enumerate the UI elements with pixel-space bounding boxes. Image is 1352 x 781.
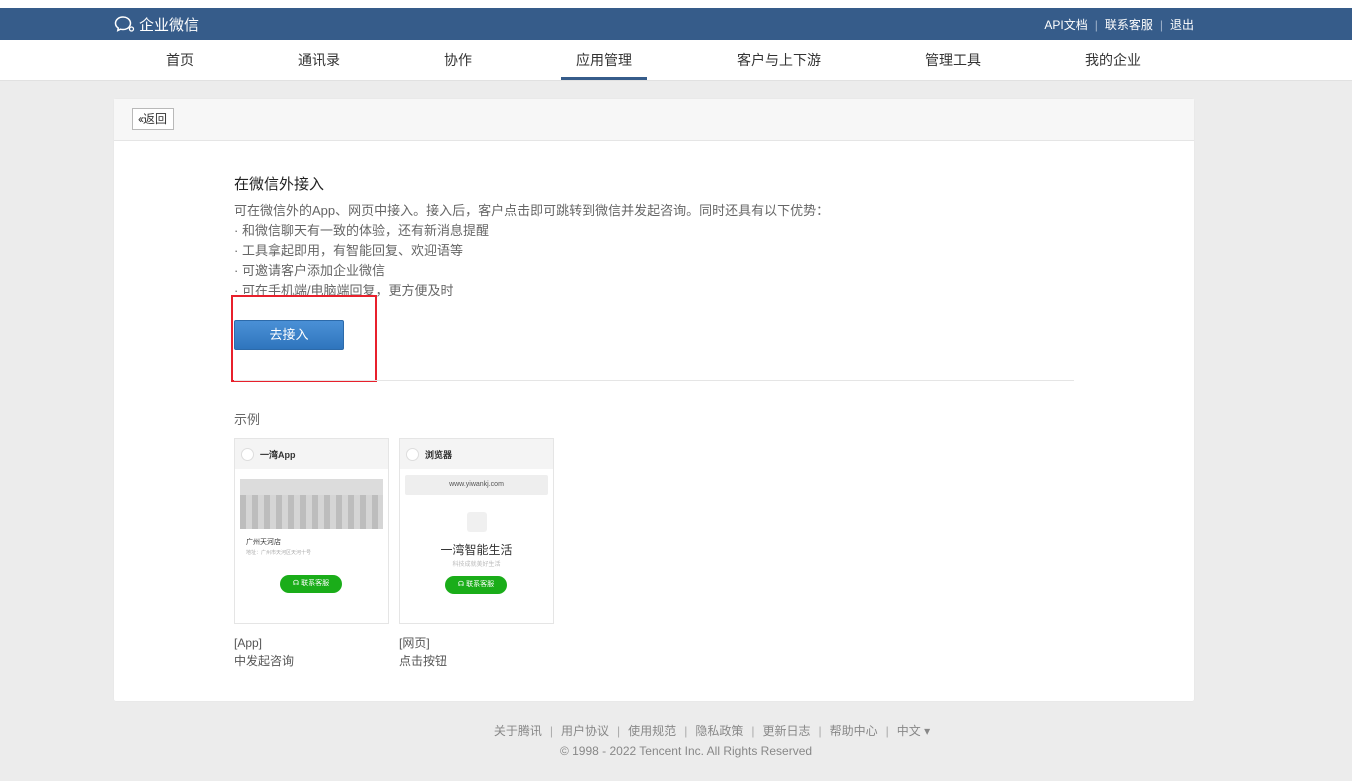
sample-button-label: 联系客服	[466, 581, 495, 588]
language-select[interactable]: 中文 ▾	[897, 722, 930, 739]
section-title: 在微信外接入	[234, 176, 325, 193]
card-header: ‹‹ 返回	[114, 99, 1194, 141]
back-button-label: 返回	[143, 112, 168, 126]
tab-my-company[interactable]: 我的企业	[1070, 40, 1156, 80]
benefit-item: · 工具拿起即用，有智能回复、欢迎语等	[234, 243, 463, 258]
sample-button-label: 联系客服	[301, 580, 330, 587]
footer-link-changelog[interactable]: 更新日志	[762, 722, 810, 739]
top-links: API文档 | 联系客服 | 退出	[1044, 16, 1194, 33]
separator: |	[818, 723, 822, 738]
footer-link-usage-rules[interactable]: 使用规范	[628, 722, 676, 739]
store-photo	[240, 479, 383, 531]
connect-button[interactable]: 去接入	[234, 320, 344, 350]
separator: |	[1094, 17, 1098, 32]
copyright: © 1998 - 2022 Tencent Inc. All Rights Re…	[559, 744, 813, 758]
app-icon	[241, 447, 254, 461]
benefit-item: · 可邀请客户添加企业微信	[234, 263, 385, 278]
preview-browser-title: 浏览器	[425, 449, 453, 460]
caption-line: 中发起咨询	[234, 654, 295, 668]
intro-section: 在微信外接入 可在微信外的App、网页中接入。接入后，客户点击即可跳转到微信并发…	[234, 174, 1074, 301]
support-link[interactable]: 联系客服	[1105, 16, 1153, 33]
back-button[interactable]: ‹‹ 返回	[132, 108, 175, 130]
main-nav: 首页 通讯录 协作 应用管理 客户与上下游 管理工具 我的企业	[0, 40, 1352, 81]
footer-link-agreement[interactable]: 用户协议	[561, 722, 609, 739]
preview-title-bar: 浏览器	[400, 439, 553, 469]
api-docs-link[interactable]: API文档	[1044, 16, 1087, 33]
tab-contacts[interactable]: 通讯录	[283, 40, 355, 80]
content-card: ‹‹ 返回 在微信外接入 可在微信外的App、网页中接入。接入后，客户点击即可跳…	[114, 99, 1194, 701]
separator: |	[617, 723, 621, 738]
tab-app-management[interactable]: 应用管理	[561, 40, 647, 80]
double-chevron-left-icon: ‹‹	[138, 112, 144, 126]
separator: |	[1159, 17, 1163, 32]
caption-line: [网页]	[399, 636, 430, 650]
preview-panel: 广州天河店 地址：广州市天河区天河十号 ☊ 联系客服	[235, 469, 388, 623]
tab-collaboration[interactable]: 协作	[429, 40, 487, 80]
app-logo-text: 企业微信	[139, 16, 200, 34]
separator: |	[751, 723, 755, 738]
contact-support-sample-button: ☊ 联系客服	[445, 576, 507, 594]
benefit-item: · 可在手机端/电脑端回复，更方便及时	[234, 283, 454, 298]
example-app-caption: [App] 中发起咨询	[234, 634, 294, 670]
url-bar: www.yiwankj.com	[405, 475, 548, 495]
example-web-preview: 浏览器 www.yiwankj.com 一湾智能生活 科技成就美好生活 ☊ 联系…	[399, 438, 554, 624]
caption-line: [App]	[234, 636, 263, 650]
preview-panel: www.yiwankj.com 一湾智能生活 科技成就美好生活 ☊ 联系客服	[400, 469, 553, 623]
browser-icon	[406, 447, 419, 461]
app-logo[interactable]: 企业微信	[114, 14, 199, 34]
store-address: 地址：广州市天河区天河十号	[246, 550, 312, 556]
section-description: 可在微信外的App、网页中接入。接入后，客户点击即可跳转到微信并发起咨询。同时还…	[234, 203, 830, 218]
footer-links: 关于腾讯 | 用户协议 | 使用规范 | 隐私政策 | 更新日志 | 帮助中心 …	[494, 722, 930, 739]
store-name: 广州天河店	[246, 539, 281, 546]
preview-title-bar: 一湾App	[235, 439, 388, 469]
caption-line: 点击按钮	[399, 654, 448, 668]
preview-app-title: 一湾App	[260, 449, 296, 460]
footer-link-help[interactable]: 帮助中心	[830, 722, 878, 739]
top-header: 企业微信 API文档 | 联系客服 | 退出	[0, 8, 1352, 40]
brand-name: 一湾智能生活	[440, 543, 513, 557]
logout-link[interactable]: 退出	[1170, 16, 1194, 33]
separator: |	[684, 723, 688, 738]
footer-link-about[interactable]: 关于腾讯	[494, 722, 542, 739]
tab-home[interactable]: 首页	[151, 40, 209, 80]
tab-management-tools[interactable]: 管理工具	[910, 40, 996, 80]
example-app-preview: 一湾App 广州天河店 地址：广州市天河区天河十号 ☊ 联系客服	[234, 438, 389, 624]
divider	[234, 380, 1074, 381]
footer: 关于腾讯 | 用户协议 | 使用规范 | 隐私政策 | 更新日志 | 帮助中心 …	[0, 722, 1352, 739]
brand-slogan: 科技成就美好生活	[452, 562, 501, 568]
brand-logo-icon	[467, 512, 487, 532]
headset-icon: ☊	[457, 581, 465, 588]
footer-link-privacy[interactable]: 隐私政策	[695, 722, 743, 739]
wecom-logo-icon	[114, 16, 135, 32]
tab-customers[interactable]: 客户与上下游	[722, 40, 836, 80]
example-label: 示例	[234, 412, 261, 427]
benefit-item: · 和微信聊天有一致的体验，还有新消息提醒	[234, 223, 489, 238]
contact-support-sample-button: ☊ 联系客服	[280, 575, 342, 593]
separator: |	[885, 723, 889, 738]
example-web-caption: [网页] 点击按钮	[399, 634, 447, 670]
top-strip	[0, 0, 1352, 8]
headset-icon: ☊	[292, 580, 300, 587]
separator: |	[549, 723, 554, 738]
